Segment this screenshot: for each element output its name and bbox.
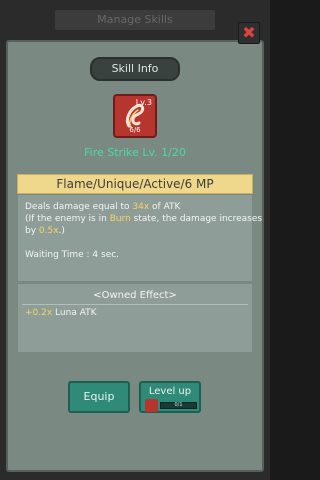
skill-icon-count: 6/6 (129, 126, 141, 134)
background-header: Manage Skills (55, 10, 215, 30)
description-line-2: (If the enemy is in Burn state, the dama… (25, 213, 262, 225)
dialog-title: Skill Info (90, 57, 180, 81)
description-text: Deals damage equal to (25, 202, 133, 212)
level-up-label: Level up (148, 386, 192, 397)
description-text: .) (58, 226, 65, 236)
description-text: state, the damage increases (130, 214, 263, 224)
description-text: (If the enemy is in (25, 214, 110, 224)
skill-category: Flame/Unique/Active/6 MP (17, 174, 253, 194)
description-line-1: Deals damage equal to 34x of ATK (25, 201, 245, 213)
equip-button[interactable]: Equip (68, 381, 130, 413)
burn-multiplier: 0.5x (38, 226, 59, 236)
owned-effect-text: +0.2x Luna ATK (25, 308, 97, 318)
skill-description: Deals damage equal to 34x of ATK (If the… (17, 194, 262, 282)
skill-icon-level: Lv.3 (135, 98, 152, 107)
close-button[interactable]: ✖ (238, 22, 260, 44)
damage-multiplier: 34x (132, 202, 150, 212)
skill-icon: Lv.3 6/6 (113, 94, 157, 138)
description-line-3: by 0.5x.) (25, 225, 245, 237)
level-up-count: 0/1 (174, 402, 183, 408)
waiting-time: Waiting Time : 4 sec. (25, 250, 120, 260)
owned-effect-title: <Owned Effect> (93, 290, 177, 301)
owned-effect-divider (22, 304, 248, 305)
owned-effect-box: <Owned Effect> +0.2x Luna ATK (17, 283, 253, 353)
skill-book-icon (145, 399, 158, 412)
skill-name: Fire Strike Lv. 1/20 (84, 146, 186, 159)
description-text: by (25, 226, 39, 236)
owned-effect-label: Luna ATK (52, 308, 97, 318)
description-text: of ATK (149, 202, 181, 212)
level-up-button[interactable]: Level up 0/1 (139, 381, 201, 413)
burn-state: Burn (109, 214, 131, 224)
owned-effect-value: +0.2x (25, 308, 53, 318)
